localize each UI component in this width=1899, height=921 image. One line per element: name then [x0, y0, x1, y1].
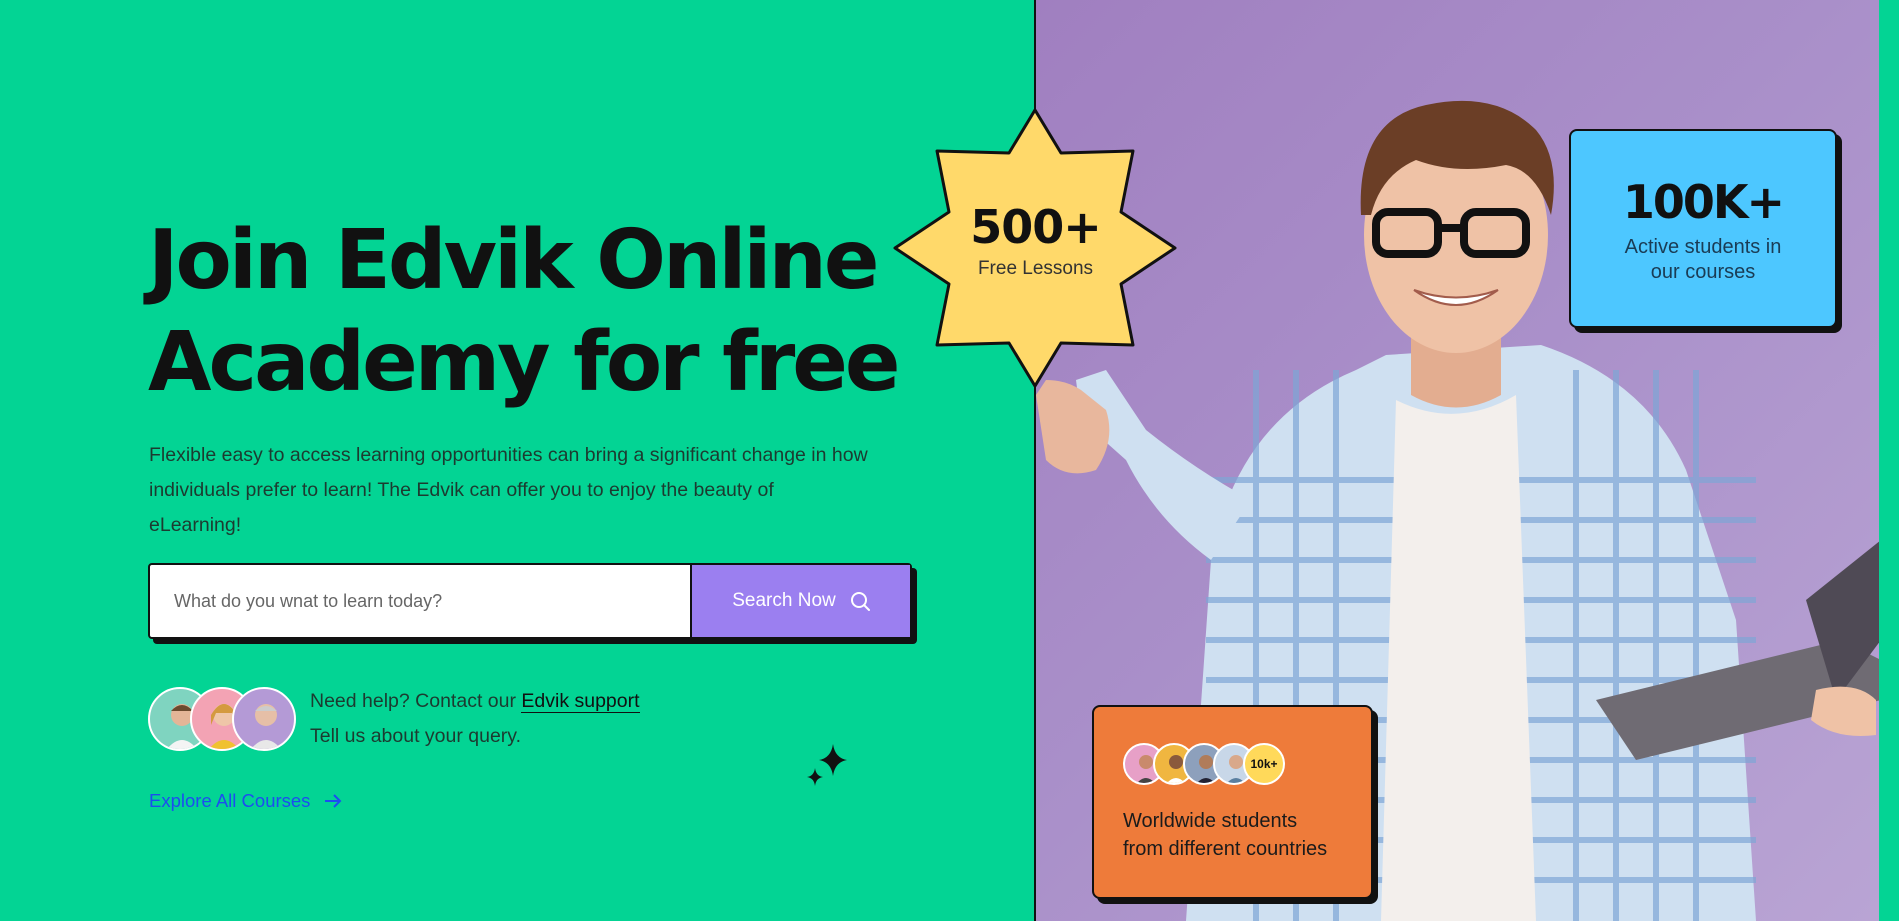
support-avatars: [148, 687, 296, 751]
search-input[interactable]: [150, 565, 690, 637]
explore-courses-link[interactable]: Explore All Courses: [149, 790, 342, 812]
badge-text: 500+ Free Lessons: [893, 200, 1178, 280]
help-section: Need help? Contact our Edvik support Tel…: [148, 684, 640, 754]
help-line-2: Tell us about your query.: [310, 725, 522, 747]
active-students-card: 100K+ Active students in our courses: [1569, 129, 1837, 328]
help-prefix: Need help? Contact our: [310, 690, 522, 712]
badge-number: 500+: [970, 200, 1102, 254]
students-label-line-1: Worldwide students: [1123, 810, 1298, 832]
stat-label-line-2: our courses: [1650, 261, 1756, 283]
search-button[interactable]: Search Now: [690, 565, 910, 637]
hero-description: Flexible easy to access learning opportu…: [149, 444, 868, 536]
help-text: Need help? Contact our Edvik support Tel…: [310, 684, 640, 754]
students-label-line-2: from different countries: [1123, 838, 1328, 860]
stat-number: 100K+: [1622, 175, 1785, 229]
title-line-1: Join Edvik Online: [148, 213, 880, 308]
avatar: [232, 687, 296, 751]
page-title: Join Edvik Online Academy for free: [148, 210, 908, 414]
student-avatars: 10k+: [1123, 743, 1341, 785]
support-link[interactable]: Edvik support: [521, 690, 640, 713]
arrow-right-icon: [325, 794, 342, 808]
worldwide-students-card: 10k+ Worldwide students from different c…: [1092, 705, 1373, 899]
search-icon: [850, 592, 870, 611]
sparkle-icon: [807, 744, 847, 786]
stat-label-line-1: Active students in: [1624, 236, 1782, 258]
student-count-badge: 10k+: [1243, 743, 1285, 785]
title-line-2: Academy for free: [148, 315, 901, 410]
students-label: Worldwide students from different countr…: [1123, 807, 1341, 863]
page-edge: [1879, 0, 1899, 921]
search-button-label: Search Now: [732, 590, 836, 611]
search-bar: Search Now: [148, 563, 912, 639]
badge-label: Free Lessons: [977, 258, 1094, 279]
explore-label: Explore All Courses: [149, 790, 311, 811]
stat-label: Active students in our courses: [1571, 235, 1835, 285]
